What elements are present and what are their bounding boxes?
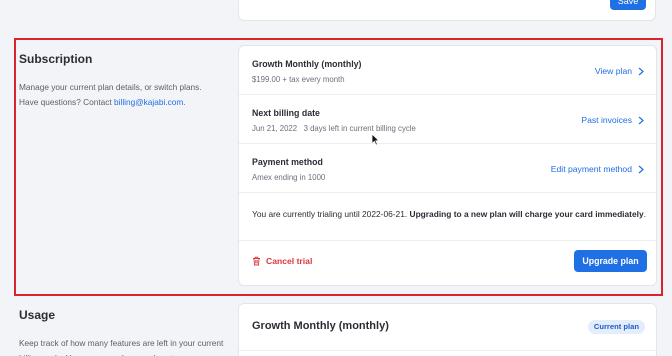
subscription-section-description: Manage your current plan details, or swi… (19, 80, 229, 110)
payment-title: Payment method (252, 157, 323, 167)
plan-row: Growth Monthly (monthly) $199.00 + tax e… (239, 46, 656, 95)
billing-title: Next billing date (252, 108, 320, 118)
payment-card: Amex ending in 1000 (252, 173, 326, 182)
contact-prefix: Have questions? Contact (19, 97, 115, 107)
plan-title: Growth Monthly (monthly) (252, 59, 362, 69)
billing-email-link[interactable]: billing@kajabi.com (114, 97, 183, 107)
current-plan-badge: Current plan (587, 320, 645, 334)
usage-plan-title: Growth Monthly (monthly) (252, 320, 389, 332)
chevron-right-icon (638, 165, 644, 173)
contact-suffix: . (183, 97, 186, 107)
mouse-cursor-icon (371, 133, 380, 146)
usage-divider (239, 350, 656, 351)
trial-note-prefix: You are currently trialing until 2022-06… (252, 209, 410, 219)
past-invoices-link[interactable]: Past invoices (581, 115, 644, 125)
chevron-right-icon (638, 67, 644, 75)
trial-note-bold: Upgrading to a new plan will charge your… (409, 209, 644, 219)
upgrade-plan-button[interactable]: Upgrade plan (574, 250, 647, 272)
edit-payment-label: Edit payment method (550, 164, 632, 174)
top-settings-card: Save (238, 0, 656, 21)
trial-note-suffix: . (643, 209, 646, 219)
plan-price: $199.00 + tax every month (252, 75, 345, 84)
cancel-trial-label: Cancel trial (266, 256, 313, 266)
usage-section-title: Usage (19, 308, 56, 322)
subscription-card: Growth Monthly (monthly) $199.00 + tax e… (238, 45, 657, 286)
subscription-section-title: Subscription (19, 52, 93, 66)
usage-card: Growth Monthly (monthly) Current plan (238, 303, 657, 356)
trial-note: You are currently trialing until 2022-06… (252, 208, 647, 221)
cancel-trial-button[interactable]: Cancel trial (252, 256, 312, 266)
view-plan-label: View plan (594, 66, 632, 76)
card-divider (239, 240, 656, 241)
usage-section-description: Keep track of how many features are left… (19, 338, 224, 356)
billing-row: Next billing date Jun 21, 2022 3 days le… (239, 95, 656, 144)
trash-icon (253, 256, 260, 266)
edit-payment-link[interactable]: Edit payment method (551, 164, 644, 174)
save-button[interactable]: Save (610, 0, 646, 10)
past-invoices-label: Past invoices (581, 115, 632, 125)
chevron-right-icon (638, 116, 644, 124)
payment-row: Payment method Amex ending in 1000 Edit … (239, 144, 656, 193)
billing-date: Jun 21, 2022 3 days left in current bill… (252, 124, 416, 133)
subscription-description-line1: Manage your current plan details, or swi… (19, 82, 202, 92)
subscription-description-line2: Have questions? Contact billing@kajabi.c… (19, 95, 229, 110)
view-plan-link[interactable]: View plan (595, 66, 644, 76)
